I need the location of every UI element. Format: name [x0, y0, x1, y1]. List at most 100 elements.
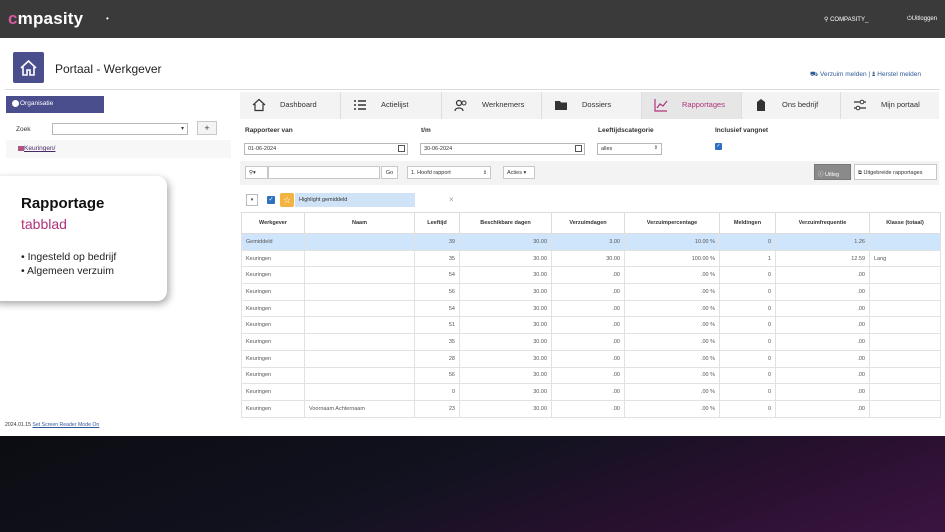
tab-label: Ons bedrijf: [782, 100, 819, 109]
table-row[interactable]: Keuringen 35 30.00.00.00 % 0.00: [241, 333, 941, 351]
table-cell: 30.00: [459, 266, 552, 285]
table-cell: .00: [775, 399, 870, 418]
divider: [5, 89, 940, 90]
table-cell: .00: [551, 383, 625, 401]
zoek-select[interactable]: ▾: [52, 123, 188, 135]
table-row[interactable]: Keuringen 54 30.00.00.00 % 0.00: [241, 299, 941, 318]
col-header[interactable]: Verzuimpercentage: [624, 212, 720, 234]
organisatie-label: Organisatie: [20, 100, 54, 107]
table-cell: Gemiddeld: [241, 233, 305, 251]
col-header[interactable]: Verzuimdagen: [551, 212, 625, 234]
table-row[interactable]: Keuringen 51 30.00.00.00 % 0.00: [241, 316, 941, 335]
chevron-down-icon: ▾: [521, 170, 527, 176]
table-cell: [304, 266, 415, 285]
col-header[interactable]: Klasse (totaal): [869, 212, 941, 234]
rapporteer-van-input[interactable]: 01-06-2024: [244, 143, 408, 155]
table-cell: [869, 383, 941, 401]
col-header[interactable]: Beschikbare dagen: [459, 212, 552, 234]
table-row[interactable]: Keuringen 54 30.00.00.00 % 0.00: [241, 266, 941, 285]
table-row[interactable]: Keuringen 0 30.00.00.00 % 0.00: [241, 383, 941, 401]
table-row[interactable]: Keuringen 56 30.00.00.00 % 0.00: [241, 283, 941, 301]
user-menu[interactable]: ⚲ COMPASITY_: [824, 16, 868, 23]
uitleg-button[interactable]: ⓘ Uitleg: [814, 164, 851, 180]
tab-rapportages[interactable]: Rapportages: [642, 92, 742, 119]
table-cell: 56: [414, 283, 460, 301]
home-tile[interactable]: [13, 52, 44, 83]
vangnet-checkbox[interactable]: ✓: [715, 143, 722, 150]
screen-reader-link[interactable]: Set Screen Reader Mode On: [32, 422, 99, 428]
tab-actielijst[interactable]: Actielijst: [341, 92, 442, 119]
table-cell: .00: [775, 316, 870, 335]
close-icon[interactable]: ×: [449, 195, 454, 204]
table-cell: 0: [719, 349, 776, 368]
table-row[interactable]: Keuringen Voornaam Achternaam 23 30.00.00.0…: [241, 399, 941, 418]
table-cell: [869, 399, 941, 418]
users-icon: [454, 99, 467, 112]
tab-label: Actielijst: [381, 100, 409, 109]
table-cell: 54: [414, 299, 460, 318]
leeftijdscategorie-select[interactable]: alles ⇕: [597, 143, 662, 155]
col-header[interactable]: Meldingen: [719, 212, 776, 234]
table-cell: 10.00 %: [624, 233, 720, 251]
tm-input[interactable]: 30-06-2024: [420, 143, 585, 155]
herstel-melden-link[interactable]: Herstel melden: [877, 71, 921, 78]
table-row[interactable]: Gemiddeld 39 30.00 3.00 10.00 % 0 1.26: [241, 233, 941, 251]
tree-item-keuringen[interactable]: Keuringen/: [24, 145, 55, 152]
table-row[interactable]: Keuringen 28 30.00.00.00 % 0.00: [241, 349, 941, 368]
highlight-gemiddeld-chip[interactable]: Highlight gemiddeld: [295, 193, 415, 207]
desktop-background: [0, 436, 945, 532]
table-cell: [869, 233, 941, 251]
highlight-checkbox[interactable]: ✓: [267, 196, 275, 204]
table-row[interactable]: Keuringen 56 30.00.00.00 % 0.00: [241, 366, 941, 385]
tab-label: Dossiers: [582, 100, 612, 109]
logout-button[interactable]: ⏻Uitloggen: [907, 16, 937, 23]
tab-werknemers[interactable]: Werknemers: [442, 92, 542, 119]
chevron-down-icon: ▾: [180, 126, 184, 132]
col-header[interactable]: Leeftijd: [414, 212, 460, 234]
vangnet-label: Inclusief vangnet: [715, 127, 769, 134]
table-cell: 39: [414, 233, 460, 251]
chevron-down-icon: ⇕: [482, 170, 487, 176]
table-cell: .00 %: [624, 333, 720, 351]
table-cell: 30.00: [459, 366, 552, 385]
col-header[interactable]: Werkgever: [241, 212, 305, 234]
tab-dashboard[interactable]: Dashboard: [240, 92, 341, 119]
uitgebreide-rapportages-button[interactable]: ⧉ Uitgebreide rapportages: [854, 164, 937, 180]
go-button[interactable]: Go: [381, 166, 398, 179]
add-button[interactable]: +: [197, 121, 217, 135]
col-header[interactable]: Naam: [304, 212, 415, 234]
table-cell: [869, 266, 941, 285]
footer: 2024.01.15 Set Screen Reader Mode On: [5, 422, 99, 428]
table-cell: 30.00: [459, 299, 552, 318]
tab-label: Rapportages: [682, 100, 725, 109]
table-cell: .00: [551, 366, 625, 385]
highlight-dropdown[interactable]: ▾: [246, 194, 258, 206]
verzuim-melden-link[interactable]: Verzuim melden: [820, 71, 867, 78]
callout-item: Algemeen verzuim: [21, 264, 116, 278]
sliders-icon: [854, 99, 866, 111]
tm-label: t/m: [421, 127, 431, 134]
tab-mijn-portaal[interactable]: Mijn portaal: [841, 92, 939, 119]
calendar-icon[interactable]: [575, 145, 582, 152]
col-header[interactable]: Verzuimfrequentie: [775, 212, 870, 234]
table-cell: 30.00: [459, 233, 552, 251]
home-icon: [20, 59, 37, 76]
table-cell: 30.00: [459, 283, 552, 301]
tab-dossiers[interactable]: Dossiers: [542, 92, 642, 119]
tab-ons-bedrijf[interactable]: Ons bedrijf: [742, 92, 841, 119]
rapport-select[interactable]: 1. Hoofd rapport ⇕: [407, 166, 491, 179]
search-dropdown[interactable]: ⚲▾: [245, 166, 268, 179]
user-name: COMPASITY_: [830, 17, 869, 23]
logo[interactable]: cmpasity: [8, 9, 83, 29]
organisatie-tab[interactable]: Organisatie: [6, 96, 104, 113]
home-icon: [252, 98, 266, 112]
calendar-icon[interactable]: [398, 145, 405, 152]
table-cell: 30.00: [459, 316, 552, 335]
table-header-row: Werkgever Naam Leeftijd Beschikbare dage…: [241, 212, 941, 234]
table-cell: [304, 366, 415, 385]
search-input[interactable]: [268, 166, 380, 179]
list-icon: [354, 100, 366, 110]
table-cell: .00: [551, 399, 625, 418]
acties-button[interactable]: Acties ▾: [503, 166, 535, 179]
table-row[interactable]: Keuringen 35 30.00 30.00 100.00 % 1 12.59 Lang: [241, 249, 941, 268]
